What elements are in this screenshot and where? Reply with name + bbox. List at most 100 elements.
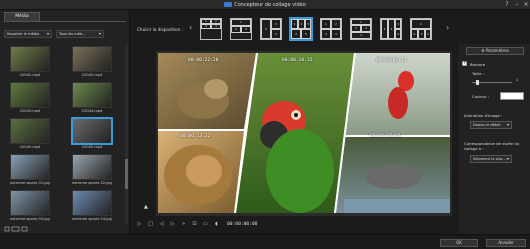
animation-select[interactable]: Depuis le début ▾	[470, 121, 512, 129]
layout-cell-number: 3	[420, 31, 423, 36]
fullscreen-icon[interactable]: ▭	[202, 221, 209, 228]
thumbnail-label: C0042.mp4	[81, 73, 103, 77]
media-thumbnail[interactable]: C0045.mp4	[10, 118, 50, 149]
previous-frame-icon[interactable]: ◁	[158, 221, 165, 228]
scrollbar-thumb[interactable]	[125, 159, 128, 189]
media-thumbnail[interactable]: extreme sports 04.jpg	[72, 190, 112, 221]
media-view-icons[interactable]	[4, 226, 30, 232]
layout-option[interactable]: 1234	[380, 18, 402, 40]
layout-cell-number: 2	[355, 26, 357, 30]
import-media-label: Importer le média	[7, 32, 40, 36]
fast-forward-icon[interactable]: »	[180, 221, 187, 228]
volume-icon[interactable]: ◖	[213, 221, 220, 228]
layout-option[interactable]: 1234	[200, 18, 222, 40]
border-label: Bordure	[470, 62, 486, 67]
layout-cell-number: 3	[275, 21, 277, 26]
bottom-bar: OK Annuler	[0, 234, 530, 249]
parameters-label: Paramètres	[486, 48, 509, 53]
chevron-right-icon[interactable]: ›	[446, 23, 449, 32]
layout-option[interactable]: 12 34	[350, 18, 372, 40]
tab-divider	[4, 21, 126, 22]
tab-media[interactable]: Média	[4, 12, 40, 21]
close-icon[interactable]: ×	[522, 1, 530, 9]
layout-option[interactable]: 1234	[410, 18, 432, 40]
collage-preview: 00:00:22:28 00:00:20:32 00:00:06:15 00:0…	[156, 51, 452, 216]
ok-button[interactable]: OK	[440, 239, 478, 247]
layout-option[interactable]: 1234	[320, 18, 342, 40]
animation-label: Animation d'image :	[464, 113, 503, 118]
media-thumbnail[interactable]: C0050.mp4	[72, 118, 112, 149]
parameters-button[interactable]: ⚙ Paramètres	[466, 47, 524, 55]
duration-label: Correspondance de durée du collage à :	[464, 141, 520, 151]
minimize-icon[interactable]: –	[513, 1, 521, 9]
border-checkbox[interactable]	[462, 60, 467, 66]
media-thumbnail[interactable]: C0043.mp4	[10, 82, 50, 113]
media-thumbnail[interactable]: extreme sports 02.jpg	[72, 154, 112, 185]
media-bottom-toolbar	[4, 226, 124, 232]
layout-option[interactable]: 2 3 4	[260, 18, 282, 40]
help-icon[interactable]: ?	[503, 1, 511, 9]
window-title: Concepteur de collage vidéo	[0, 0, 530, 10]
timeline-marker-icon[interactable]: ▲	[144, 204, 148, 210]
color-label: Couleur :	[472, 94, 490, 99]
layout-cell-number: 4	[295, 31, 297, 36]
play-icon[interactable]: ▷	[136, 221, 143, 228]
thumbnail-label: C0044.mp4	[81, 109, 103, 113]
media-thumbnail[interactable]: C0044.mp4	[72, 82, 112, 113]
thumbnail-image	[72, 190, 112, 216]
thumbnail-image	[72, 46, 112, 72]
next-frame-icon[interactable]: ▷	[169, 221, 176, 228]
media-thumbnail[interactable]: extreme sports 03.jpg	[10, 190, 50, 221]
layout-cell-number: 1	[360, 19, 362, 24]
layout-cell-number: 1	[293, 21, 296, 26]
layout-cell-number: 5	[305, 31, 307, 36]
layout-cell-number: 1	[325, 21, 327, 26]
timestamp-panel-4: 00:00:13:22	[180, 134, 211, 139]
timecode: 00:00:00:00	[227, 222, 258, 227]
media-scrollbar[interactable]	[125, 44, 128, 224]
layout-cell-number: 1	[420, 21, 422, 26]
media-filter-select[interactable]: Tous les méd... ▾	[56, 30, 104, 38]
thumbnail-label: C0045.mp4	[19, 145, 41, 149]
size-label: Taille :	[472, 71, 485, 76]
thumbnail-image	[10, 190, 50, 216]
layout-cell-number: 4	[215, 24, 217, 28]
duration-select[interactable]: Séquence la plus ... ▾	[470, 155, 512, 163]
thumbnail-label: C0041.mp4	[19, 73, 41, 77]
cancel-button[interactable]: Annuler	[486, 239, 526, 247]
snapshot-icon[interactable]: ⊡	[191, 221, 198, 228]
thumbnail-label: extreme sports 04.jpg	[72, 217, 112, 221]
thumbnail-image	[72, 154, 112, 180]
size-value: 1	[516, 77, 519, 82]
settings-panel: ⚙ Paramètres Bordure Taille : 1 Couleur …	[458, 44, 530, 234]
media-thumbnail[interactable]: C0042.mp4	[72, 46, 112, 77]
collage-image	[158, 53, 450, 213]
import-media-button[interactable]: Importer le média ▾	[4, 30, 52, 38]
media-thumbnail[interactable]: extreme sports 01.jpg	[10, 154, 50, 185]
border-color-swatch[interactable]	[500, 92, 524, 100]
chevron-left-icon[interactable]: ‹	[189, 23, 192, 32]
layout-cell-number: 4	[360, 33, 362, 37]
media-thumbnail[interactable]: C0041.mp4	[10, 46, 50, 77]
stop-icon[interactable]: □	[147, 221, 154, 228]
media-panel: Média Importer le média ▾ Tous les méd...…	[0, 10, 130, 234]
thumbnail-image	[72, 82, 112, 108]
thumbnail-label: extreme sports 01.jpg	[10, 181, 50, 185]
layout-cell-number: 3	[307, 21, 309, 26]
layout-cell-number: 2	[335, 21, 337, 26]
thumbnail-label: extreme sports 02.jpg	[72, 181, 112, 185]
layout-cell-number: 3	[365, 26, 367, 30]
layout-cell-number: 4	[335, 31, 337, 36]
slider-handle[interactable]	[476, 80, 479, 85]
thumbnail-label: C0050.mp4	[81, 145, 103, 149]
layout-cell-number: 2	[413, 31, 416, 36]
layout-cell-number: 2	[390, 26, 393, 31]
layout-selector: Choisir la disposition : ‹ 1234123234123…	[132, 13, 452, 41]
thumbnail-image	[10, 82, 50, 108]
layout-option[interactable]: 123 4 5	[290, 18, 312, 40]
layout-cell-number: 1	[240, 20, 242, 24]
thumbnail-image	[10, 46, 50, 72]
layout-option[interactable]: 12 3	[230, 18, 252, 40]
settings-icon: ⚙	[481, 48, 485, 53]
media-filter-label: Tous les méd...	[59, 32, 86, 36]
